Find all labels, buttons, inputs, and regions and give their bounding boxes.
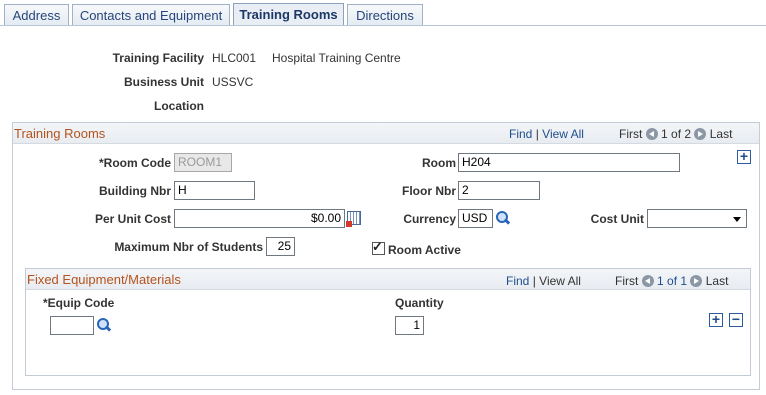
- fixed-equipment-group: Fixed Equipment/Materials Find | View Al…: [25, 268, 751, 376]
- equip-code-lookup-icon[interactable]: [96, 318, 111, 333]
- currency-lookup-icon[interactable]: [495, 211, 510, 226]
- training-facility-name: Hospital Training Centre: [272, 51, 401, 65]
- business-unit-label: Business Unit: [123, 75, 204, 89]
- quantity-field[interactable]: 1: [395, 316, 424, 335]
- quantity-column-header: Quantity: [395, 296, 444, 310]
- row-position: 1 of 2: [661, 127, 692, 141]
- equip-code-column-header: *Equip Code: [43, 296, 115, 310]
- floor-nbr-field[interactable]: 2: [458, 181, 540, 200]
- previous-row-icon[interactable]: [645, 128, 658, 140]
- checkmark-icon: ✓: [372, 239, 383, 254]
- calculator-icon[interactable]: [346, 211, 361, 227]
- first-label: First: [619, 127, 643, 141]
- add-equipment-button[interactable]: +: [709, 312, 723, 327]
- tab-address[interactable]: Address: [4, 4, 69, 25]
- floor-nbr-label: Floor Nbr: [402, 184, 456, 198]
- equip-find-link[interactable]: Find: [506, 274, 529, 288]
- equip-first-label: First: [615, 274, 639, 288]
- room-code-field[interactable]: ROOM1: [174, 153, 232, 172]
- tab-bar: Address Contacts and Equipment Training …: [0, 0, 766, 26]
- equip-row-position: 1 of 1: [657, 274, 688, 288]
- building-nbr-label: Building Nbr: [99, 184, 171, 198]
- chevron-down-icon: [733, 217, 741, 222]
- per-unit-cost-label: Per Unit Cost: [94, 212, 171, 226]
- currency-label: Currency: [403, 212, 456, 226]
- remove-equipment-button[interactable]: −: [729, 312, 743, 327]
- room-label: Room: [422, 156, 456, 170]
- room-field[interactable]: H204: [458, 153, 680, 172]
- training-rooms-title: Training Rooms: [14, 126, 106, 141]
- business-unit-value: USSVC: [212, 75, 254, 89]
- view-all-link[interactable]: View All: [542, 127, 584, 141]
- equip-last-label: Last: [705, 274, 729, 288]
- nav-separator: |: [535, 127, 539, 141]
- equip-nav-separator: |: [532, 274, 536, 288]
- tab-directions[interactable]: Directions: [347, 4, 423, 25]
- currency-field[interactable]: USD: [458, 209, 493, 228]
- training-rooms-nav: Find | View All: [509, 127, 584, 141]
- equip-view-all: View All: [539, 274, 581, 288]
- fixed-equipment-pager: First 1 of 1 Last: [615, 274, 728, 288]
- cost-unit-select[interactable]: [647, 209, 747, 228]
- building-nbr-field[interactable]: H: [174, 181, 255, 200]
- equip-next-icon[interactable]: [690, 275, 703, 287]
- tab-divider: [0, 25, 766, 26]
- cost-unit-label: Cost Unit: [590, 212, 644, 226]
- find-link[interactable]: Find: [509, 127, 532, 141]
- equip-previous-icon[interactable]: [641, 275, 654, 287]
- add-room-button[interactable]: +: [737, 149, 751, 164]
- max-students-label: Maximum Nbr of Students: [114, 240, 263, 254]
- room-active-checkbox[interactable]: ✓: [372, 239, 385, 255]
- last-label: Last: [709, 127, 733, 141]
- training-facility-code: HLC001: [212, 51, 257, 65]
- location-label: Location: [154, 99, 204, 113]
- equip-code-field[interactable]: [50, 316, 94, 335]
- training-rooms-pager: First 1 of 2 Last: [619, 127, 732, 141]
- max-students-field[interactable]: 25: [266, 237, 295, 256]
- per-unit-cost-field[interactable]: $0.00: [174, 209, 345, 228]
- room-active-label: Room Active: [388, 243, 461, 257]
- room-code-label: *Room Code: [99, 156, 171, 170]
- fixed-equipment-title: Fixed Equipment/Materials: [27, 272, 181, 287]
- tab-training-rooms[interactable]: Training Rooms: [233, 3, 344, 26]
- training-rooms-header: Training Rooms Find | View All First 1 o…: [13, 123, 759, 144]
- fixed-equipment-nav: Find | View All: [506, 274, 581, 288]
- tab-contacts-and-equipment[interactable]: Contacts and Equipment: [72, 4, 230, 25]
- fixed-equipment-header: Fixed Equipment/Materials Find | View Al…: [26, 269, 750, 290]
- next-row-icon[interactable]: [694, 128, 707, 140]
- training-facility-label: Training Facility: [112, 51, 204, 65]
